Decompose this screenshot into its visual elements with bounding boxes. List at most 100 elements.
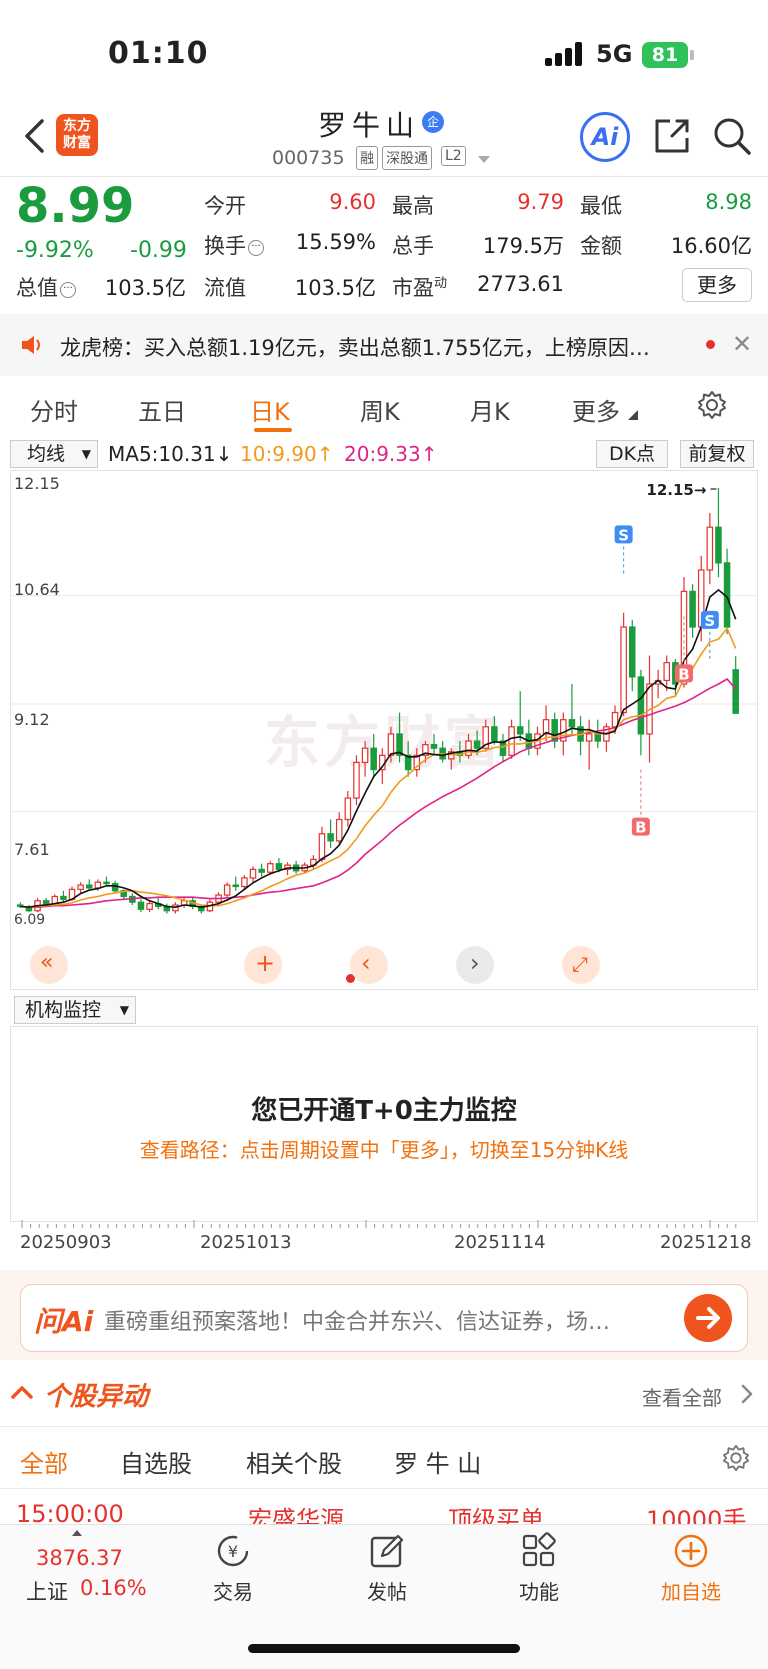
last-price: 8.99 — [16, 178, 135, 234]
forward-adjust-button[interactable]: 前复权 — [680, 440, 754, 468]
candle-body — [344, 797, 352, 821]
high-value: 9.79 — [517, 190, 564, 214]
low-value: 8.98 — [705, 190, 752, 214]
code-dropdown-icon[interactable] — [478, 156, 490, 163]
ma5-line — [20, 588, 737, 909]
chevron-up-icon[interactable] — [10, 1384, 34, 1400]
tab-related-stocks[interactable]: 相关个股 — [246, 1444, 342, 1479]
close-icon[interactable]: ✕ — [732, 330, 752, 358]
view-all-link[interactable]: 查看全部 — [642, 1382, 722, 1411]
tab-monthly-k[interactable]: 月K — [470, 392, 510, 427]
institution-monitor-select[interactable]: 机构监控 ▼ — [14, 996, 136, 1024]
search-icon[interactable] — [712, 116, 752, 156]
ai-assistant-button[interactable]: Ai — [580, 112, 630, 162]
candle-body — [637, 676, 645, 735]
high-label: 最高 — [392, 194, 434, 218]
tab-five-day[interactable]: 五日 — [138, 392, 186, 427]
tab-this-stock[interactable]: 罗 牛 山 — [394, 1444, 481, 1479]
tab-all[interactable]: 全部 — [20, 1444, 68, 1479]
more-quote-button[interactable]: 更多 — [682, 268, 752, 302]
plus-icon: + — [255, 949, 276, 977]
monitor-hint[interactable]: 查看路径：点击周期设置中「更多」，切换至15分钟K线 — [0, 1134, 768, 1163]
amount-label: 金额 — [580, 234, 622, 258]
low-annotation: 6.09 — [14, 912, 45, 928]
chevron-right-icon[interactable] — [740, 1384, 754, 1404]
market-cap-label[interactable]: 总值 ··· — [16, 272, 76, 302]
kline-chart[interactable]: S B B S 12.15→ 6.09 — [10, 470, 758, 990]
candle-body — [111, 883, 119, 892]
fullscreen-button[interactable]: ⤢ — [562, 946, 600, 984]
ma20-value: 20:9.33↑ — [344, 442, 438, 466]
ai-prompt-text[interactable]: 重磅重组预案落地！中金合并东兴、信达证券，场… — [104, 1304, 674, 1336]
dropdown-arrow-icon: ▼ — [119, 1003, 129, 1017]
candle-body — [620, 626, 627, 714]
tab-functions[interactable]: 功能 — [494, 1576, 584, 1605]
gear-icon[interactable] — [722, 1444, 750, 1472]
candle-body — [361, 747, 369, 764]
scroll-right-button[interactable]: › — [456, 946, 494, 984]
logo-line2: 财富 — [63, 135, 91, 151]
candle-body — [258, 868, 265, 873]
dk-points-button[interactable]: DK点 — [596, 440, 668, 468]
trade-icon[interactable]: ¥ — [214, 1532, 252, 1570]
candle-body — [318, 833, 326, 861]
candle-body — [430, 744, 438, 749]
candle-body — [353, 761, 360, 799]
date-label-2: 20251013 — [200, 1232, 292, 1253]
shenzhen-connect-tag: 深股通 — [382, 146, 432, 170]
scroll-left-button[interactable]: ‹ — [350, 946, 388, 984]
active-tab-indicator — [254, 428, 292, 432]
tab-intraday[interactable]: 分时 — [30, 392, 78, 427]
ma-select-label: 均线 — [27, 443, 66, 465]
dropdown-arrow-icon: ▼ — [81, 447, 91, 461]
tab-trade[interactable]: 交易 — [188, 1576, 278, 1605]
candle-body — [473, 740, 481, 749]
svg-text:¥: ¥ — [228, 1542, 238, 1561]
tab-daily-k[interactable]: 日K — [250, 392, 290, 427]
float-cap-label: 流值 — [204, 276, 246, 300]
high-annotation: 12.15→ — [646, 481, 706, 499]
ai-logo: 问Ai — [34, 1305, 94, 1338]
candle-body — [85, 884, 93, 889]
signal-label: S — [704, 612, 715, 630]
volume-label: 总手 — [392, 234, 434, 258]
candle-body — [516, 726, 524, 735]
tab-watchlist[interactable]: 自选股 — [120, 1444, 192, 1479]
chevron-right-icon: › — [470, 949, 480, 977]
back-arrow-icon[interactable] — [22, 118, 48, 154]
home-indicator[interactable] — [248, 1644, 520, 1653]
info-icon: ··· — [248, 240, 264, 256]
network-type: 5G — [596, 40, 633, 68]
add-watchlist-icon[interactable] — [672, 1532, 710, 1570]
candle-body — [551, 719, 558, 742]
ai-go-button[interactable] — [684, 1294, 732, 1342]
zoom-in-button[interactable]: + — [244, 946, 282, 984]
index-change[interactable]: 0.16% — [80, 1576, 147, 1600]
tab-add-watchlist[interactable]: 加自选 — [646, 1576, 736, 1605]
monitor-title: 您已开通T+0主力监控 — [251, 1096, 517, 1126]
amount-value: 16.60亿 — [670, 234, 752, 258]
candle-body — [137, 901, 145, 910]
more-corner-icon — [628, 410, 638, 420]
functions-icon[interactable] — [520, 1532, 558, 1570]
index-value[interactable]: 3876.37 — [36, 1546, 123, 1570]
change-amount: -0.99 — [130, 238, 187, 263]
tab-weekly-k[interactable]: 周K — [360, 392, 400, 427]
caret-up-icon[interactable] — [72, 1530, 82, 1536]
tab-more[interactable]: 更多 — [572, 392, 620, 427]
scroll-left-fast-button[interactable]: « — [30, 946, 68, 984]
candle-body — [146, 903, 153, 910]
tab-post[interactable]: 发帖 — [342, 1576, 432, 1605]
post-icon[interactable] — [368, 1532, 406, 1570]
candle-body — [241, 877, 248, 888]
share-icon[interactable] — [652, 116, 692, 156]
gear-icon[interactable] — [697, 390, 727, 420]
movement-title: 个股异动 — [44, 1382, 149, 1412]
candle-body — [594, 733, 602, 742]
news-text[interactable]: 龙虎榜：买入总额1.19亿元，卖出总额1.755亿元，上榜原因… — [60, 332, 700, 362]
app-logo[interactable]: 东方 财富 — [56, 114, 98, 156]
ma20-line — [20, 677, 737, 909]
index-name[interactable]: 上证 — [26, 1576, 68, 1606]
turnover-label[interactable]: 换手 ··· — [204, 230, 264, 260]
ma-select[interactable]: 均线 ▼ — [10, 440, 98, 468]
